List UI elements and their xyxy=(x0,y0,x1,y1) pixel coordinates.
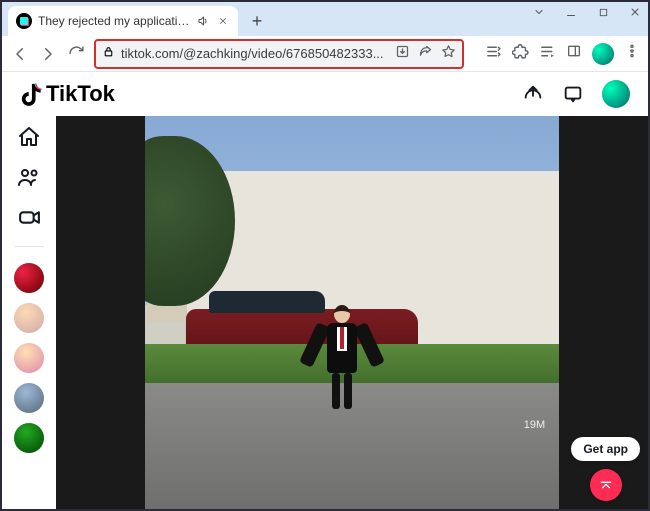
inbox-icon[interactable] xyxy=(562,83,584,105)
tiktok-logo-icon xyxy=(20,81,42,107)
following-icon[interactable] xyxy=(16,164,42,190)
video-frame[interactable]: 19M xyxy=(145,116,559,509)
reload-icon[interactable] xyxy=(66,44,86,64)
suggested-4[interactable] xyxy=(14,383,44,413)
suggested-1[interactable] xyxy=(14,263,44,293)
suggested-2[interactable] xyxy=(14,303,44,333)
kebab-menu-icon[interactable] xyxy=(624,43,640,64)
main-area: 19M Get app xyxy=(2,116,648,509)
site-header: TikTok xyxy=(2,72,648,116)
address-bar[interactable]: tiktok.com/@zachking/video/676850482333.… xyxy=(94,39,464,69)
browser-tab[interactable]: They rejected my application xyxy=(8,6,238,36)
share-icon[interactable] xyxy=(418,44,433,64)
reading-list-icon[interactable] xyxy=(485,43,502,65)
suggested-3[interactable] xyxy=(14,343,44,373)
bookmark-star-icon[interactable] xyxy=(441,44,456,64)
browser-titlebar: They rejected my application + xyxy=(2,2,648,36)
scroll-top-button[interactable] xyxy=(590,469,622,501)
close-window-icon[interactable] xyxy=(628,6,642,21)
install-app-icon[interactable] xyxy=(395,44,410,64)
back-icon[interactable] xyxy=(10,44,30,64)
floating-actions: Get app xyxy=(571,437,640,501)
url-text: tiktok.com/@zachking/video/676850482333.… xyxy=(121,46,389,61)
sidebar xyxy=(2,116,56,509)
content-area: 19M Get app xyxy=(56,116,648,509)
forward-icon[interactable] xyxy=(38,44,58,64)
tiktok-logo[interactable]: TikTok xyxy=(20,81,115,107)
suggested-5[interactable] xyxy=(14,423,44,453)
live-icon[interactable] xyxy=(16,204,42,230)
video-background: 19M xyxy=(56,116,648,509)
browser-toolbar: tiktok.com/@zachking/video/676850482333.… xyxy=(2,36,648,72)
sidebar-separator xyxy=(14,246,44,247)
window-controls xyxy=(532,6,642,21)
chevron-down-icon[interactable] xyxy=(532,6,546,21)
logo-text: TikTok xyxy=(46,81,115,107)
extension-row xyxy=(485,43,640,65)
header-actions xyxy=(522,80,630,108)
tab-title: They rejected my application xyxy=(38,14,190,28)
video-scene-person xyxy=(319,305,365,415)
tab-audio-icon[interactable] xyxy=(196,14,210,28)
like-count: 19M xyxy=(524,419,545,431)
profile-avatar-icon[interactable] xyxy=(592,43,614,65)
minimize-icon[interactable] xyxy=(564,6,578,21)
side-panel-icon[interactable] xyxy=(566,43,582,64)
upload-icon[interactable] xyxy=(522,83,544,105)
home-icon[interactable] xyxy=(16,124,42,150)
address-actions xyxy=(395,44,456,64)
playlist-icon[interactable] xyxy=(539,43,556,65)
maximize-icon[interactable] xyxy=(596,6,610,21)
user-avatar[interactable] xyxy=(602,80,630,108)
extensions-icon[interactable] xyxy=(512,43,529,65)
new-tab-button[interactable]: + xyxy=(244,8,270,34)
tiktok-favicon xyxy=(16,13,32,29)
tab-close-icon[interactable] xyxy=(216,14,230,28)
get-app-button[interactable]: Get app xyxy=(571,437,640,461)
lock-icon xyxy=(102,45,115,63)
